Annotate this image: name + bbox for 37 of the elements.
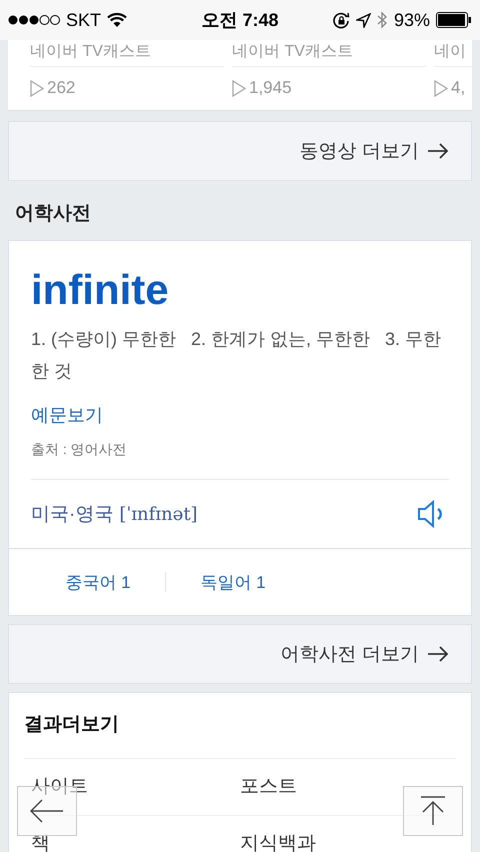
battery-percent: 93% xyxy=(394,10,430,30)
arrow-up-icon xyxy=(420,796,446,826)
rotation-lock-icon xyxy=(332,12,350,28)
play-icon xyxy=(232,80,246,96)
video-source: 네이 xyxy=(434,40,472,67)
result-category[interactable]: 지식백과 xyxy=(240,833,316,852)
results-title: 결과더보기 xyxy=(24,693,456,759)
word-meaning: 1. (수량이) 무한한 2. 한계가 없는, 무한한 3. 무한한 것 xyxy=(31,328,442,383)
video-source: 네이버 TV캐스트 xyxy=(232,40,426,67)
play-count: 1,945 xyxy=(249,78,292,98)
result-category[interactable]: 포스트 xyxy=(240,776,297,798)
play-icon xyxy=(30,80,44,96)
scroll-top-button[interactable] xyxy=(403,786,463,836)
status-time: 오전 7:48 xyxy=(201,9,279,32)
headword: infinite xyxy=(31,265,170,315)
play-count: 262 xyxy=(47,78,76,98)
carrier-name: SKT xyxy=(66,10,102,30)
signal-icon xyxy=(8,14,60,26)
section-title: 어학사전 xyxy=(14,202,92,226)
arrow-right-icon xyxy=(427,646,449,662)
bluetooth-icon xyxy=(376,11,388,29)
language-link[interactable]: 독일어 1 xyxy=(166,570,300,594)
play-icon xyxy=(434,80,448,96)
wifi-icon xyxy=(107,12,128,28)
examples-link[interactable]: 예문보기 xyxy=(31,403,103,427)
video-source: 네이버 TV캐스트 xyxy=(30,40,224,67)
dictionary-source: 출처 : 영어사전 xyxy=(31,441,449,480)
more-link[interactable]: 동영상 더보기 xyxy=(8,121,472,181)
battery-icon xyxy=(436,12,472,28)
location-arrow-icon xyxy=(356,12,371,28)
phonetic-text: [ˈɪnfɪnət] xyxy=(119,504,198,524)
arrow-right-icon xyxy=(427,143,449,159)
arrow-left-icon xyxy=(29,799,65,823)
pronunciation-label: 미국·영국 xyxy=(31,503,114,527)
play-count: 4, xyxy=(451,78,466,98)
more-link[interactable]: 어학사전 더보기 xyxy=(8,624,472,684)
language-link[interactable]: 중국어 1 xyxy=(31,570,165,594)
